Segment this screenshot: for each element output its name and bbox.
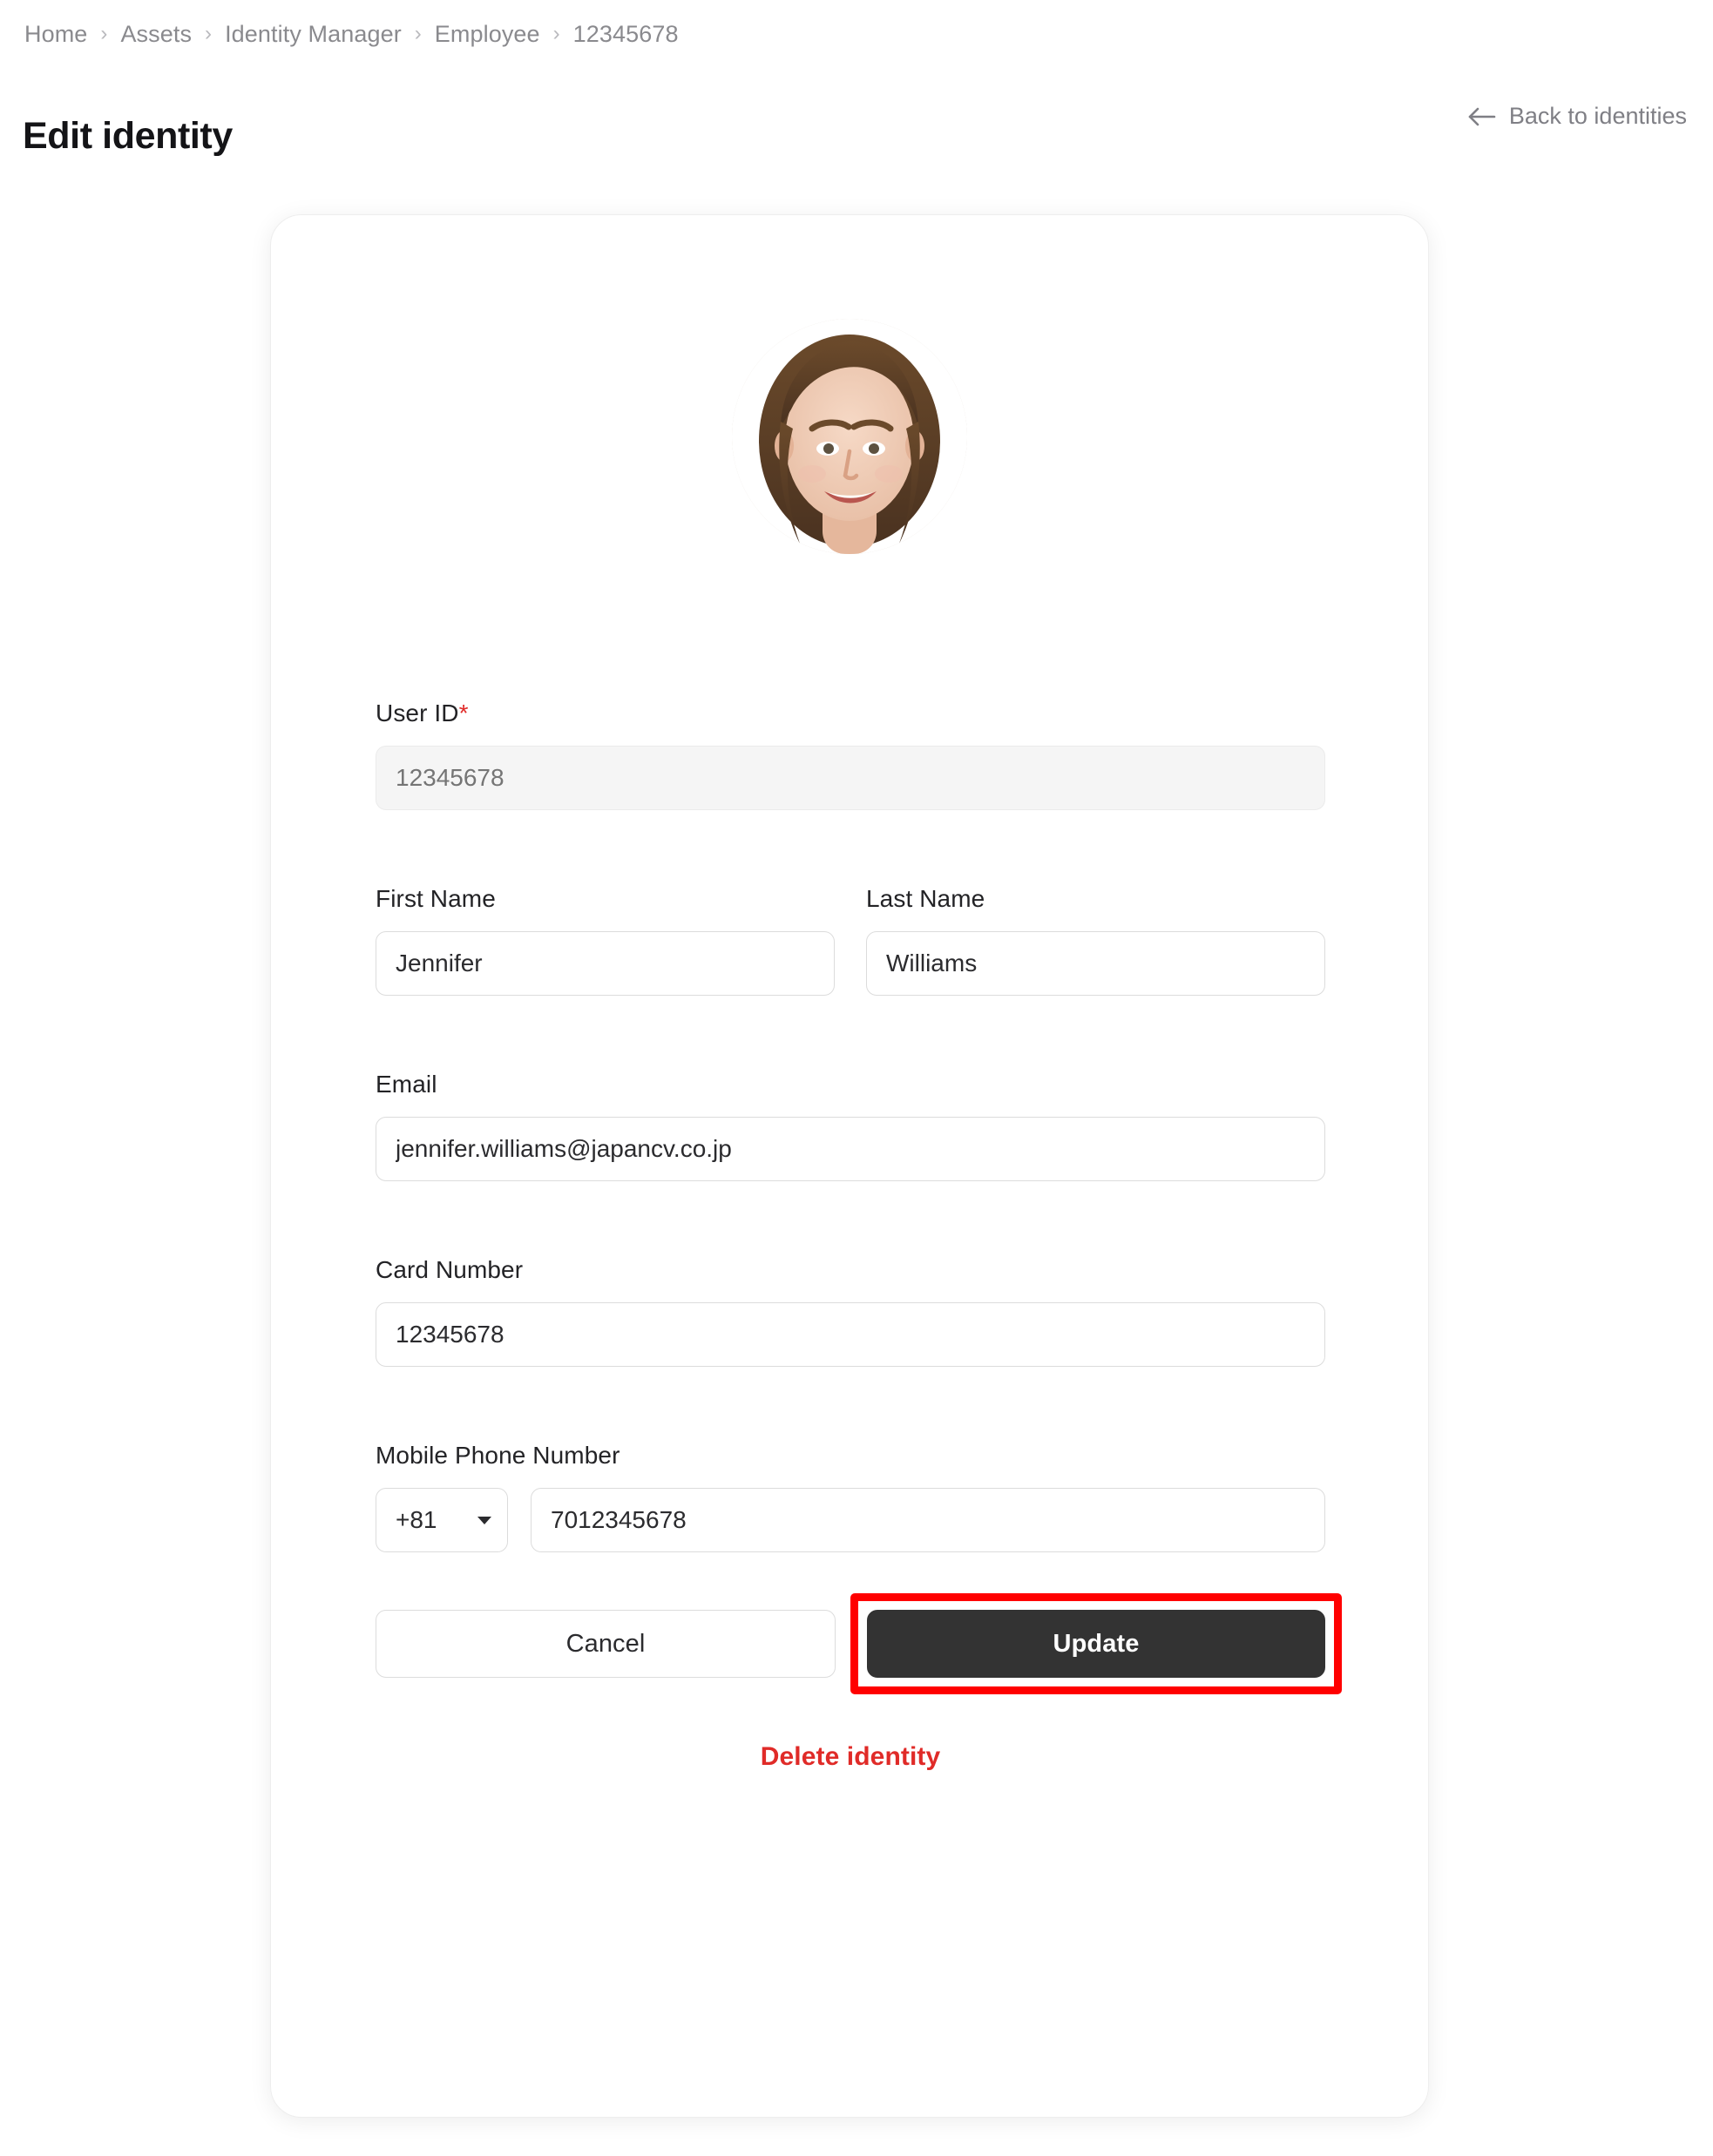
field-last-name: Last Name <box>866 885 1325 996</box>
country-code-select[interactable]: +81 <box>376 1488 508 1552</box>
field-user-id: User ID* <box>376 700 1325 810</box>
last-name-input[interactable] <box>866 931 1325 996</box>
arrow-left-icon <box>1467 105 1497 129</box>
edit-identity-card: User ID* First Name Last Name Email Card… <box>270 214 1429 2118</box>
breadcrumb-item-identity-manager[interactable]: Identity Manager <box>225 21 402 48</box>
breadcrumb-item-home[interactable]: Home <box>24 21 87 48</box>
breadcrumb-separator-icon: › <box>414 21 422 45</box>
breadcrumb-item-employee[interactable]: Employee <box>435 21 540 48</box>
field-card-number: Card Number <box>376 1256 1325 1367</box>
email-input[interactable] <box>376 1117 1325 1181</box>
mobile-phone-input[interactable] <box>531 1488 1325 1552</box>
required-asterisk: * <box>458 700 469 727</box>
field-email: Email <box>376 1071 1325 1181</box>
breadcrumb-item-current: 12345678 <box>572 21 679 47</box>
last-name-label: Last Name <box>866 885 985 912</box>
first-name-input[interactable] <box>376 931 835 996</box>
name-row: First Name Last Name <box>376 885 1325 996</box>
avatar <box>732 319 967 554</box>
breadcrumb-separator-icon: › <box>100 21 108 45</box>
page-title: Edit identity <box>23 114 233 157</box>
mobile-phone-row: +81 <box>376 1488 1325 1552</box>
user-id-label: User ID* <box>376 700 1325 727</box>
form-actions: Cancel Update <box>376 1593 1342 1694</box>
first-name-label: First Name <box>376 885 496 912</box>
breadcrumb-separator-icon: › <box>552 21 560 45</box>
user-id-label-text: User ID <box>376 700 459 727</box>
back-to-identities-link[interactable]: Back to identities <box>1467 103 1687 130</box>
field-mobile-phone: Mobile Phone Number +81 <box>376 1442 1325 1552</box>
email-label: Email <box>376 1071 437 1098</box>
breadcrumb: Home › Assets › Identity Manager › Emplo… <box>24 21 679 48</box>
mobile-phone-label: Mobile Phone Number <box>376 1442 620 1469</box>
breadcrumb-item-assets[interactable]: Assets <box>120 21 192 48</box>
field-first-name: First Name <box>376 885 835 996</box>
chevron-down-icon <box>477 1516 491 1524</box>
breadcrumb-separator-icon: › <box>205 21 213 45</box>
country-code-value: +81 <box>396 1506 437 1533</box>
card-number-label: Card Number <box>376 1256 524 1283</box>
update-button-wrapper: Update <box>850 1593 1342 1694</box>
cancel-button[interactable]: Cancel <box>376 1610 836 1678</box>
back-to-identities-label: Back to identities <box>1508 103 1687 129</box>
avatar-wrapper <box>271 319 1428 554</box>
user-id-input <box>376 746 1325 810</box>
delete-identity-link[interactable]: Delete identity <box>376 1742 1325 1772</box>
card-number-input[interactable] <box>376 1302 1325 1367</box>
edit-identity-form: User ID* First Name Last Name Email Card… <box>376 700 1342 1772</box>
update-button[interactable]: Update <box>867 1610 1325 1678</box>
